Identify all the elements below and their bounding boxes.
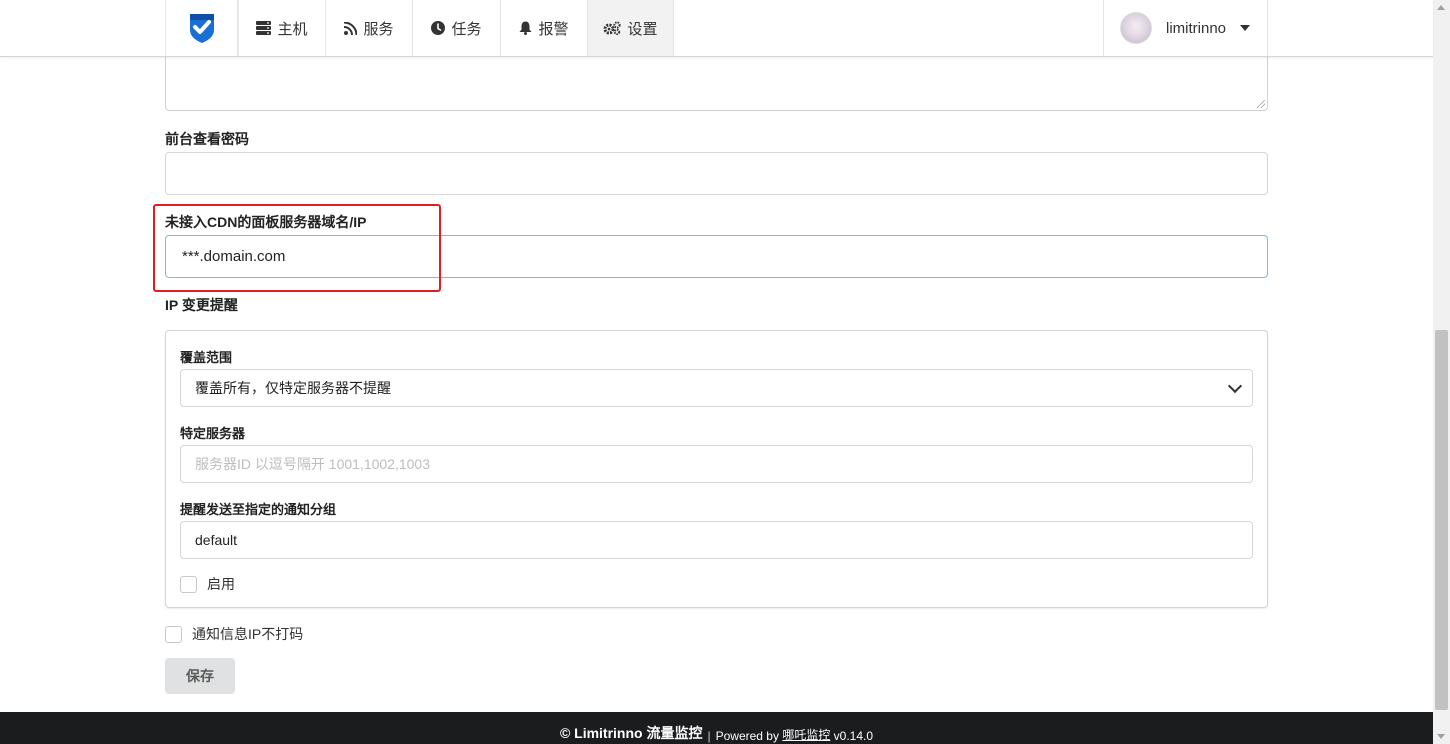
enable-checkbox[interactable] (180, 575, 197, 593)
footer-version: v0.14.0 (833, 729, 874, 743)
scroll-up-arrow-icon[interactable] (1437, 5, 1445, 10)
user-menu[interactable]: limitrinno (1103, 0, 1268, 56)
resize-grip-icon[interactable] (1257, 100, 1265, 108)
view-password-input[interactable] (165, 152, 1268, 195)
save-button[interactable]: 保存 (165, 658, 235, 694)
custom-code-textarea[interactable] (165, 56, 1268, 111)
footer-separator: | (707, 729, 711, 743)
notify-group-input[interactable]: default (180, 521, 1253, 559)
vertical-scrollbar[interactable] (1433, 0, 1450, 744)
shield-logo-icon (189, 14, 214, 43)
nav-item-label: 任务 (451, 20, 482, 38)
domain-label: 未接入CDN的面板服务器域名/IP (165, 214, 367, 230)
username: limitrinno (1166, 19, 1227, 37)
servers-input[interactable]: 服务器ID 以逗号隔开 1001,1002,1003 (180, 445, 1253, 483)
nav-item-services[interactable]: 服务 (325, 0, 412, 56)
footer-copyright: © Limitrinno 流量监控 (559, 725, 703, 741)
scope-select[interactable]: 覆盖所有，仅特定服务器不提醒 (180, 369, 1253, 407)
domain-input[interactable]: ***.domain.com (165, 235, 1268, 278)
clock-icon (431, 21, 446, 35)
ip-change-label: IP 变更提醒 (165, 297, 238, 313)
notify-group-label: 提醒发送至指定的通知分组 (180, 502, 337, 517)
footer: © Limitrinno 流量监控 | Powered by 哪吒监控 v0.1… (0, 712, 1433, 744)
scrollbar-thumb[interactable] (1435, 330, 1448, 710)
no-mask-label: 通知信息IP不打码 (192, 626, 304, 642)
nav-item-label: 报警 (538, 20, 569, 38)
scope-select-value: 覆盖所有，仅特定服务器不提醒 (195, 380, 391, 396)
nav-item-hosts[interactable]: 主机 (238, 0, 325, 56)
scope-label: 覆盖范围 (180, 350, 233, 365)
servers-label: 特定服务器 (180, 426, 246, 441)
caret-down-icon (1240, 25, 1251, 31)
enable-checkbox-row[interactable]: 启用 (180, 574, 235, 594)
footer-powered-prefix: Powered by (715, 729, 779, 743)
enable-label: 启用 (207, 576, 235, 592)
gears-icon (603, 21, 622, 35)
nav-item-label: 服务 (363, 20, 394, 38)
no-mask-checkbox[interactable] (165, 625, 182, 643)
footer-powered-link[interactable]: 哪吒监控 (782, 726, 830, 743)
nav-item-settings[interactable]: 设置 (587, 0, 674, 56)
ip-change-segment: 覆盖范围 覆盖所有，仅特定服务器不提醒 特定服务器 服务器ID 以逗号隔开 10… (165, 330, 1268, 608)
rss-icon (344, 21, 358, 35)
view-password-label: 前台查看密码 (165, 131, 249, 147)
nav-item-label: 设置 (627, 20, 658, 38)
nav-item-tasks[interactable]: 任务 (412, 0, 500, 56)
no-mask-checkbox-row[interactable]: 通知信息IP不打码 (165, 624, 303, 644)
avatar (1120, 12, 1152, 44)
nav-item-label: 主机 (277, 20, 308, 38)
servers-input-placeholder: 服务器ID 以逗号隔开 1001,1002,1003 (195, 456, 430, 472)
server-icon (256, 21, 272, 35)
top-navbar: 主机 服务 任务 报警 设置 limitrinno (0, 0, 1433, 57)
logo[interactable] (165, 0, 238, 56)
bell-icon (519, 21, 532, 35)
notify-group-value: default (195, 532, 238, 548)
chevron-down-icon (1227, 378, 1243, 394)
scroll-down-arrow-icon[interactable] (1437, 734, 1445, 739)
nav-item-alerts[interactable]: 报警 (500, 0, 587, 56)
domain-input-value: ***.domain.com (182, 248, 286, 265)
